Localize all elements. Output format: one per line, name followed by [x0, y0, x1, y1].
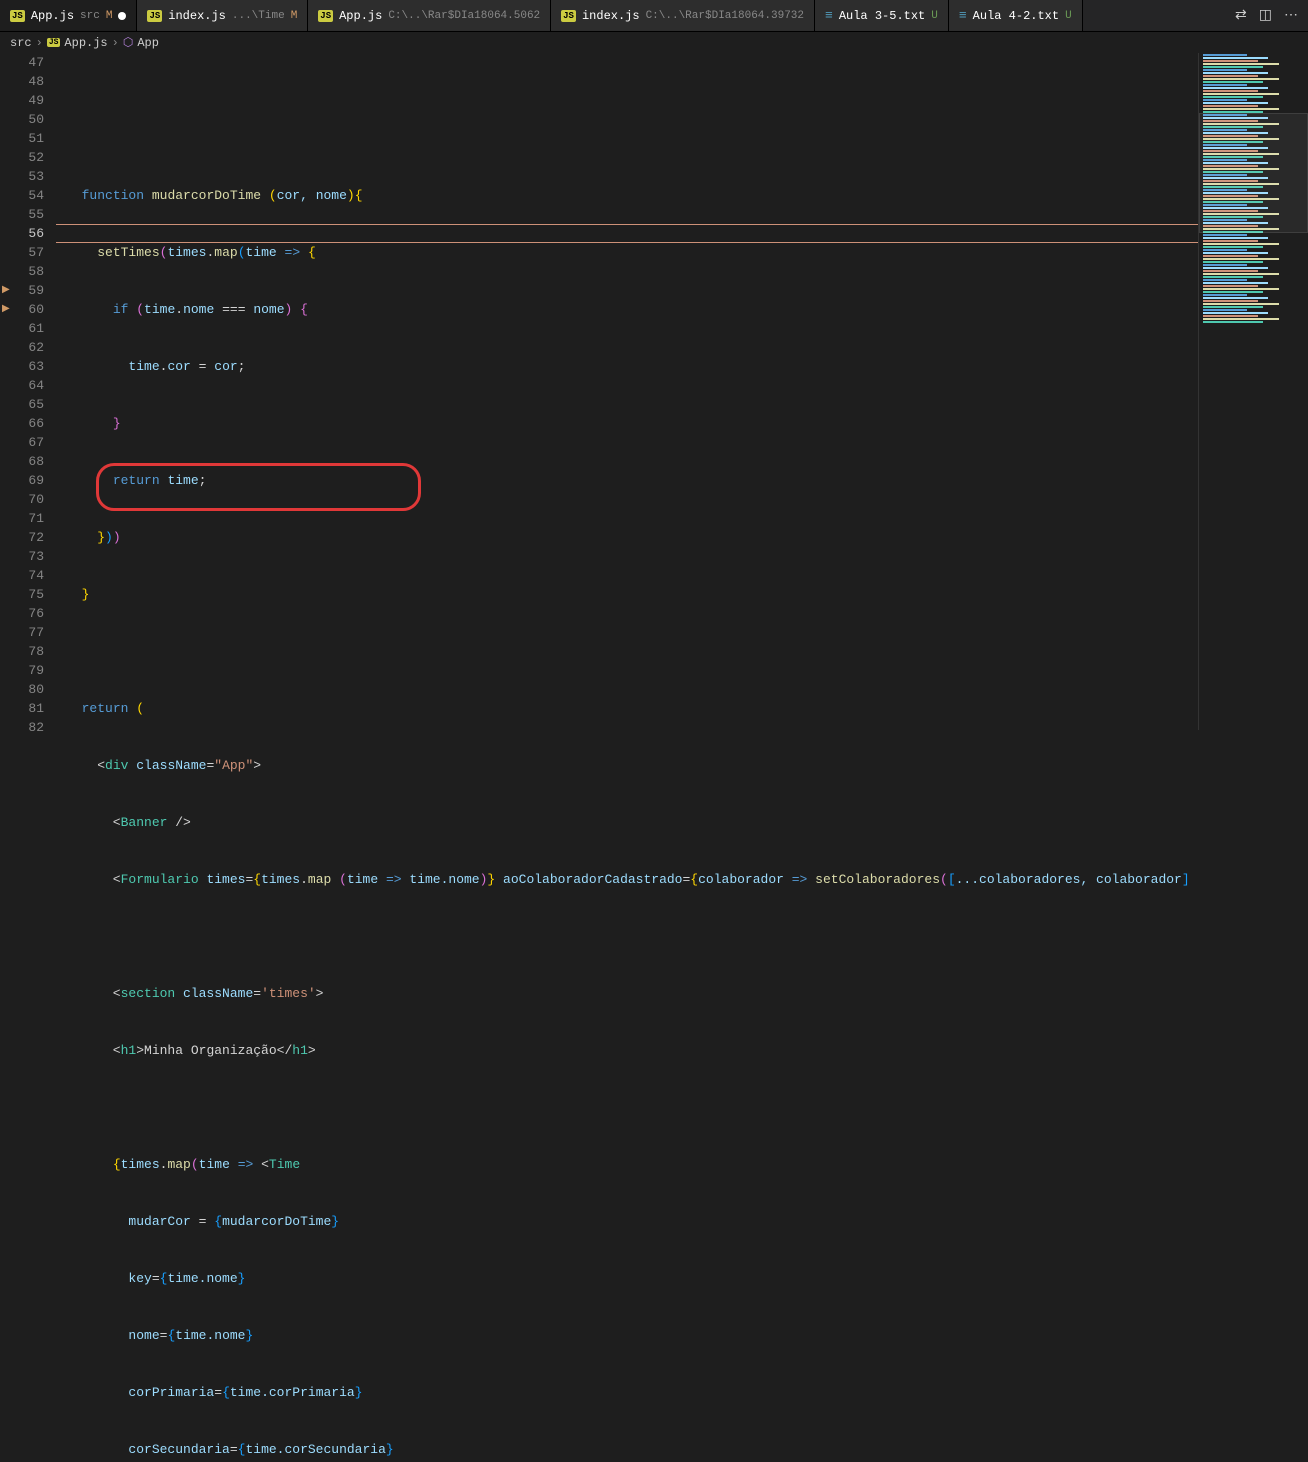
tab-label: App.js — [31, 9, 74, 23]
js-icon: JS — [147, 10, 162, 22]
tab-app-js-rar[interactable]: JS App.js C:\..\Rar$DIa18064.5062 — [308, 0, 551, 31]
dirty-dot-icon — [118, 12, 126, 20]
tab-label: Aula 4-2.txt — [973, 9, 1059, 23]
symbol-icon: ⬡ — [123, 35, 133, 50]
line-gutter: 47484950515253545556575859▶60▶6162636465… — [0, 53, 56, 730]
tab-label: index.js — [168, 9, 226, 23]
code-area[interactable]: function mudarcorDoTime (cor, nome){ set… — [56, 53, 1198, 730]
tab-label: index.js — [582, 9, 640, 23]
tab-status: M — [106, 10, 113, 22]
split-editor-icon[interactable]: ◫ — [1259, 7, 1272, 24]
current-line-highlight — [56, 224, 1198, 243]
js-icon: JS — [10, 10, 25, 22]
minimap[interactable] — [1198, 53, 1308, 730]
tab-path: C:\..\Rar$DIa18064.39732 — [646, 10, 804, 22]
chevron-right-icon: › — [36, 36, 43, 50]
js-icon: JS — [47, 38, 61, 47]
tab-app-js-src[interactable]: JS App.js src M — [0, 0, 137, 31]
editor: 47484950515253545556575859▶60▶6162636465… — [0, 53, 1308, 730]
breadcrumb-seg[interactable]: App — [137, 36, 159, 50]
txt-icon: ≡ — [959, 8, 967, 23]
tabs-bar: JS App.js src M JS index.js ...\Time M J… — [0, 0, 1308, 32]
breadcrumb-seg[interactable]: App.js — [64, 36, 107, 50]
tab-aula-4-2[interactable]: ≡ Aula 4-2.txt U — [949, 0, 1083, 31]
tab-status: M — [291, 10, 298, 22]
tab-aula-3-5[interactable]: ≡ Aula 3-5.txt U — [815, 0, 949, 31]
tab-path: ...\Time — [232, 10, 285, 22]
js-icon: JS — [561, 10, 576, 22]
tab-actions: ⇄ ◫ ⋯ — [1225, 0, 1308, 31]
tab-label: App.js — [339, 9, 382, 23]
js-icon: JS — [318, 10, 333, 22]
compare-icon[interactable]: ⇄ — [1235, 7, 1247, 24]
tab-label: Aula 3-5.txt — [839, 9, 925, 23]
minimap-viewport[interactable] — [1199, 113, 1308, 233]
breadcrumb-seg[interactable]: src — [10, 36, 32, 50]
txt-icon: ≡ — [825, 8, 833, 23]
breadcrumb: src › JS App.js › ⬡ App — [0, 32, 1308, 53]
tab-index-js-rar[interactable]: JS index.js C:\..\Rar$DIa18064.39732 — [551, 0, 815, 31]
tab-status: U — [931, 10, 938, 22]
chevron-right-icon: › — [112, 36, 119, 50]
tab-index-js-time[interactable]: JS index.js ...\Time M — [137, 0, 308, 31]
more-icon[interactable]: ⋯ — [1284, 7, 1298, 24]
tab-status: U — [1065, 10, 1072, 22]
tab-path: C:\..\Rar$DIa18064.5062 — [388, 10, 540, 22]
tab-path: src — [80, 10, 100, 22]
